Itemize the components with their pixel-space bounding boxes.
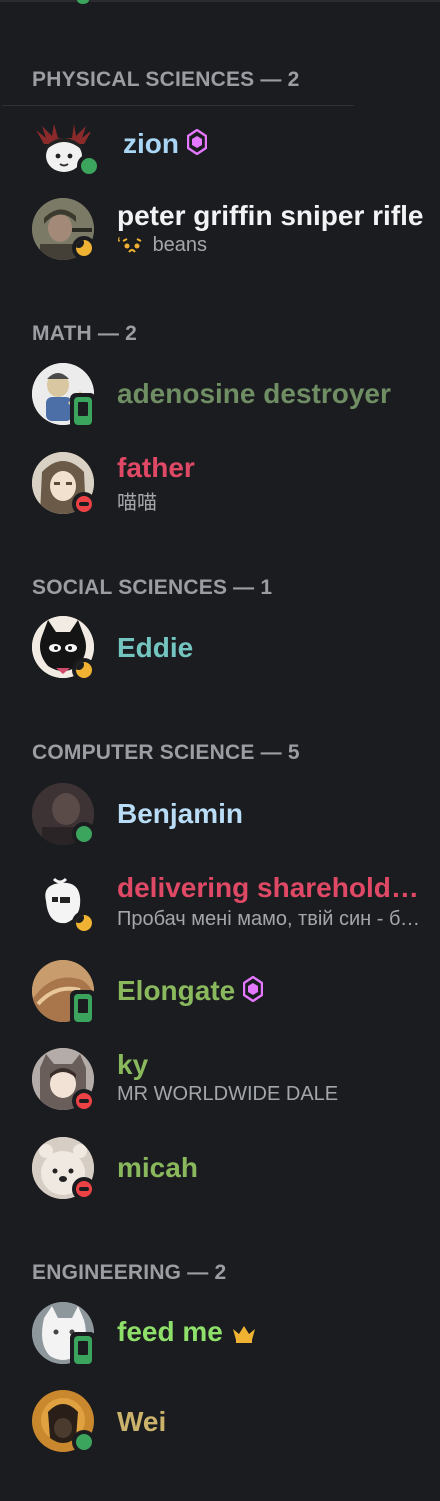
member-zion[interactable]: zion bbox=[0, 112, 440, 182]
member-adenosine-destroyer[interactable]: adenosine destroyer bbox=[0, 360, 440, 430]
member-elongate[interactable]: Elongate bbox=[0, 957, 440, 1027]
do-not-disturb-status-icon bbox=[72, 492, 96, 516]
idle-status-icon bbox=[72, 911, 96, 935]
activity-text: Пробач мені мамо, твій син - бандит bbox=[117, 908, 429, 930]
member-micah[interactable]: micah bbox=[0, 1134, 440, 1204]
member-name: Eddie bbox=[117, 632, 194, 663]
member-name: feed me bbox=[117, 1316, 223, 1347]
crown-icon bbox=[231, 1318, 257, 1350]
activity-text: 喵喵 bbox=[117, 492, 157, 514]
member-name: zion bbox=[123, 128, 179, 159]
mobile-status-icon bbox=[70, 393, 96, 429]
member-wei[interactable]: Wei bbox=[0, 1388, 440, 1458]
member-name-row: Elongate bbox=[117, 975, 264, 1009]
member-name-row: feed me bbox=[117, 1316, 257, 1350]
member-name: father bbox=[117, 452, 195, 483]
do-not-disturb-status-icon bbox=[72, 1089, 96, 1113]
online-status-icon bbox=[77, 0, 89, 4]
online-status-icon bbox=[77, 154, 101, 178]
section-header-physical-sciences: PHYSICAL SCIENCES — 2 bbox=[32, 68, 300, 91]
do-not-disturb-status-icon bbox=[72, 1177, 96, 1201]
member-name: Wei bbox=[117, 1406, 167, 1437]
section-header-math: MATH — 2 bbox=[32, 322, 138, 345]
member-name: Elongate bbox=[117, 975, 236, 1006]
member-feed-me[interactable]: feed me bbox=[0, 1300, 440, 1370]
section-divider bbox=[2, 105, 354, 106]
member-name: adenosine destroyer bbox=[117, 378, 391, 409]
mobile-status-icon bbox=[70, 1332, 96, 1368]
member-peter-griffin-sniper-rifle[interactable]: peter griffin sniper rifle ʻ beans bbox=[0, 196, 440, 266]
activity-text: beans bbox=[152, 234, 208, 256]
section-header-computer-science: COMPUTER SCIENCE — 5 bbox=[32, 741, 300, 764]
member-ky[interactable]: ky MR WORLDWIDE DALE bbox=[0, 1045, 440, 1115]
idle-status-icon bbox=[72, 236, 96, 260]
activity-text: MR WORLDWIDE DALE bbox=[117, 1083, 339, 1105]
mobile-status-icon bbox=[70, 990, 96, 1026]
online-status-icon bbox=[72, 822, 96, 846]
member-name: delivering shareholder value bbox=[117, 872, 425, 903]
member-name-row: zion bbox=[123, 128, 207, 162]
top-divider bbox=[0, 0, 440, 2]
member-name: peter griffin sniper rifle bbox=[117, 200, 424, 231]
member-father[interactable]: father 喵喵 bbox=[0, 448, 440, 518]
idle-status-icon bbox=[72, 658, 96, 682]
emoji-face-icon bbox=[122, 237, 142, 253]
member-eddie[interactable]: Eddie bbox=[0, 614, 440, 684]
server-boost-icon bbox=[243, 975, 264, 1009]
member-benjamin[interactable]: Benjamin bbox=[0, 780, 440, 850]
server-boost-icon bbox=[186, 128, 207, 162]
member-name: micah bbox=[117, 1152, 198, 1183]
member-name: Benjamin bbox=[117, 798, 244, 829]
online-status-icon bbox=[72, 1430, 96, 1454]
member-delivering-shareholder-value[interactable]: delivering shareholder value Пробач мені… bbox=[0, 868, 440, 938]
section-header-social-sciences: SOCIAL SCIENCES — 1 bbox=[32, 576, 273, 599]
section-header-engineering: ENGINEERING — 2 bbox=[32, 1261, 227, 1284]
activity-row: ʻ beans bbox=[117, 234, 207, 257]
member-name: ky bbox=[117, 1049, 149, 1080]
